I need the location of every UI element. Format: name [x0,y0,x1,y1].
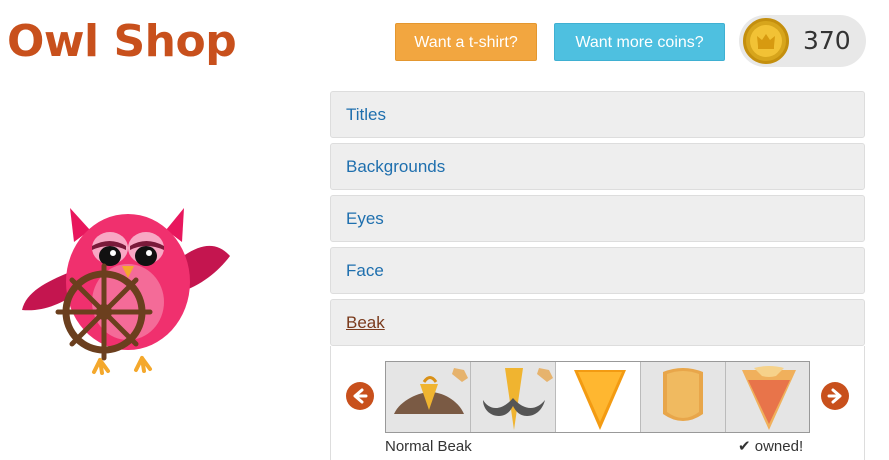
beak-item-rounded[interactable] [641,362,726,432]
more-coins-button[interactable]: Want more coins? [554,23,725,61]
category-titles[interactable]: Titles [330,91,865,138]
beak-item-mustache[interactable] [471,362,556,432]
beak-item-layered[interactable] [726,362,811,432]
arrow-left-icon [353,388,368,404]
carousel-next-button[interactable] [821,382,849,410]
category-label: Face [346,261,384,280]
owned-status: ✔ owned! [738,438,803,456]
category-label: Titles [346,105,386,124]
category-label: Backgrounds [346,157,446,176]
category-label: Beak [346,313,385,332]
owned-label: owned! [754,438,804,455]
owl-avatar [22,208,230,375]
normal-beak-icon [394,368,468,414]
tshirt-button[interactable]: Want a t-shirt? [395,23,537,61]
carousel-prev-button[interactable] [346,382,374,410]
beak-item-normal[interactable] [386,362,471,432]
coin-icon [743,18,789,64]
rounded-beak-icon [663,368,703,421]
category-beak[interactable]: Beak [330,299,865,346]
category-face[interactable]: Face [330,247,865,294]
layered-beak-icon [742,366,796,430]
check-icon: ✔ [738,438,751,455]
beak-carousel [385,361,810,433]
shop-title: Owl Shop [7,16,237,67]
coin-count: 370 [803,26,851,55]
cone-beak-icon [574,370,626,430]
selected-item-name: Normal Beak [385,438,472,455]
arrow-right-icon [827,388,842,404]
category-label: Eyes [346,209,384,228]
coin-balance: 370 [739,15,866,67]
category-eyes[interactable]: Eyes [330,195,865,242]
category-backgrounds[interactable]: Backgrounds [330,143,865,190]
mustache-beak-icon [483,368,553,430]
beak-item-cone[interactable] [556,362,641,432]
